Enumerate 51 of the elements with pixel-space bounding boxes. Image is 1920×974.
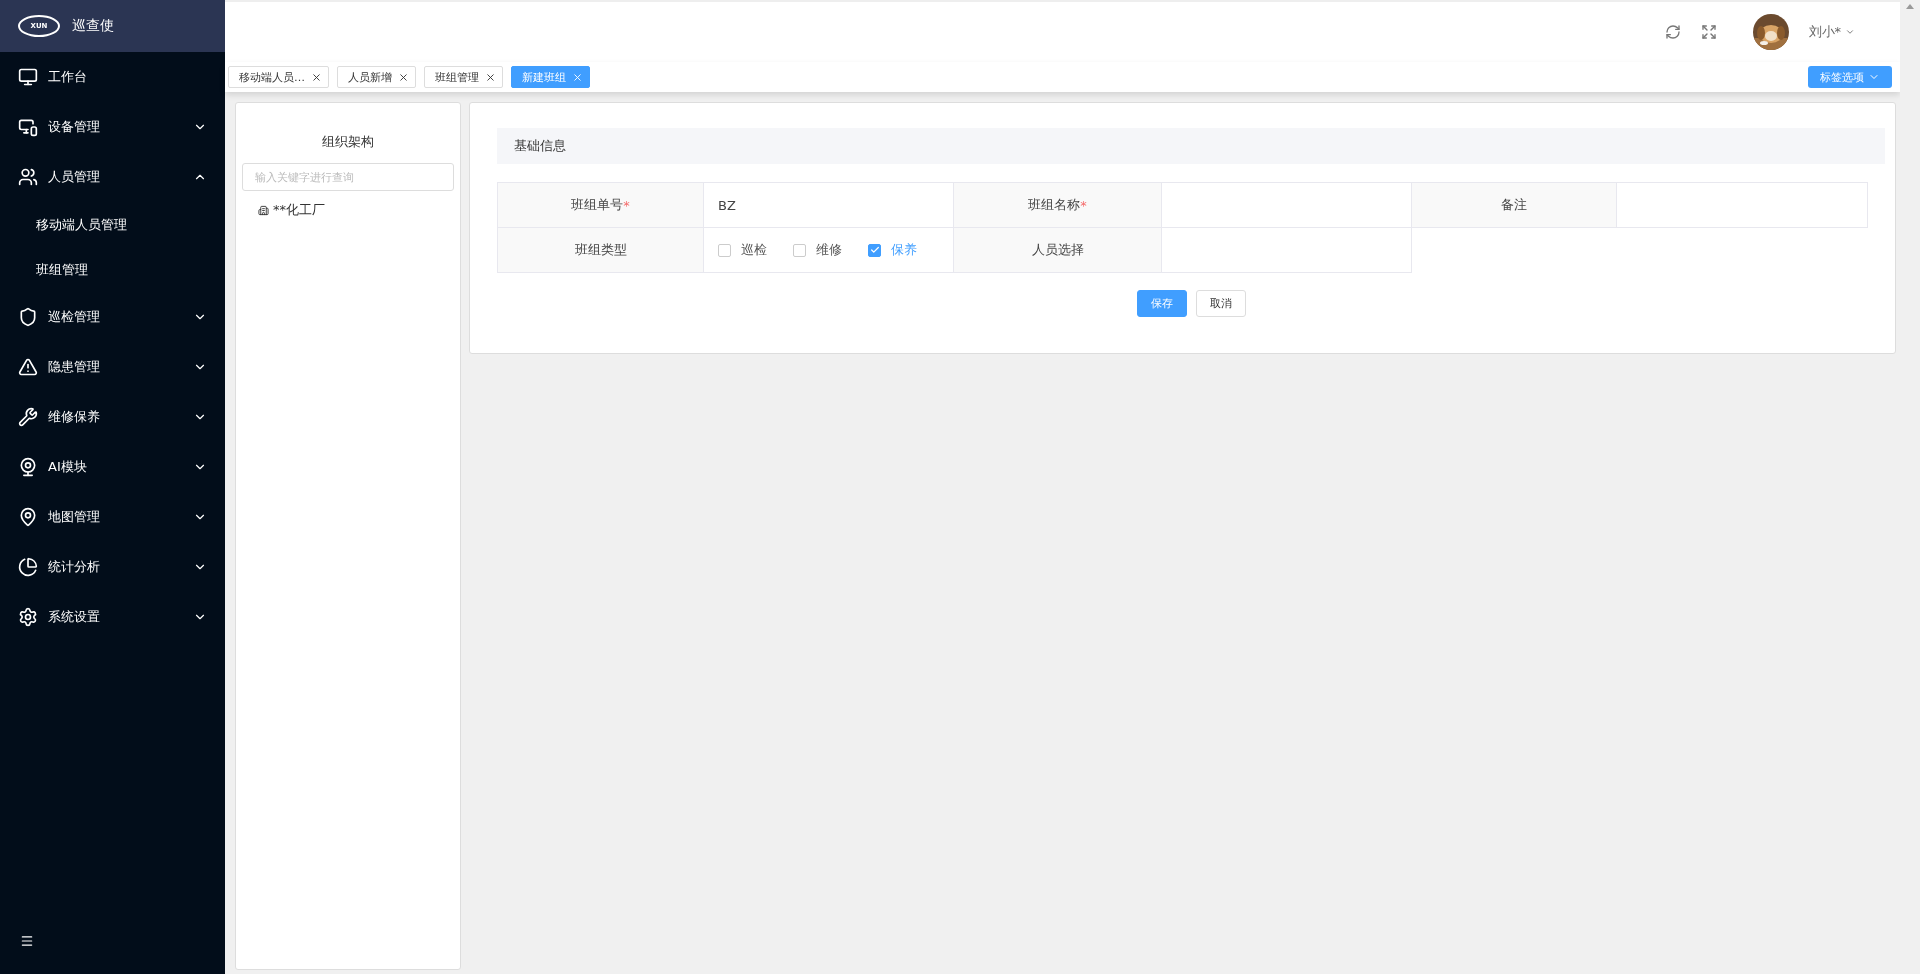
sidebar-item[interactable]: AI模块 bbox=[0, 442, 225, 492]
caret-icon bbox=[1845, 27, 1855, 37]
user-menu[interactable]: 刘小* bbox=[1808, 23, 1855, 41]
sidebar-item[interactable]: 统计分析 bbox=[0, 542, 225, 592]
sidebar-subitem[interactable]: 班组管理 bbox=[0, 247, 225, 292]
tab[interactable]: 移动端人员… bbox=[228, 66, 329, 88]
tree-node-label: **化工厂 bbox=[273, 201, 325, 219]
checkbox[interactable] bbox=[868, 243, 881, 257]
refresh-icon[interactable] bbox=[1664, 24, 1681, 40]
tab[interactable]: 班组管理 bbox=[424, 66, 503, 88]
sidebar-item[interactable]: 设备管理 bbox=[0, 102, 225, 152]
users-icon bbox=[18, 167, 38, 187]
sidebar-subitem[interactable]: 移动端人员管理 bbox=[0, 202, 225, 247]
close-icon[interactable] bbox=[485, 71, 496, 83]
tree-node[interactable]: **化工厂 bbox=[242, 191, 454, 219]
wrench-icon bbox=[18, 407, 38, 427]
map-pin-icon bbox=[18, 507, 38, 527]
checkbox-option[interactable]: 巡检 bbox=[718, 241, 767, 259]
section-title: 基础信息 bbox=[497, 128, 1885, 164]
sidebar-item[interactable]: 工作台 bbox=[0, 52, 225, 102]
checkbox-option[interactable]: 维修 bbox=[793, 241, 842, 259]
settings-icon bbox=[18, 607, 38, 627]
building-icon bbox=[258, 204, 269, 216]
shield-icon bbox=[18, 307, 38, 327]
fullscreen-icon[interactable] bbox=[1700, 24, 1717, 40]
close-icon[interactable] bbox=[311, 71, 322, 83]
field-label: 班组名称* bbox=[953, 182, 1162, 228]
sidebar-item[interactable]: 系统设置 bbox=[0, 592, 225, 642]
sidebar-item[interactable]: 维修保养 bbox=[0, 392, 225, 442]
sidebar-item[interactable]: 巡检管理 bbox=[0, 292, 225, 342]
panel-title: 组织架构 bbox=[321, 133, 375, 151]
devices-icon bbox=[18, 117, 38, 137]
sidebar-item[interactable]: 地图管理 bbox=[0, 492, 225, 542]
checkbox[interactable] bbox=[793, 243, 806, 257]
field-label: 人员选择 bbox=[953, 227, 1162, 273]
sidebar-item[interactable]: 隐患管理 bbox=[0, 342, 225, 392]
search-field[interactable]: 输入关键字进行查询 bbox=[242, 163, 454, 191]
tab[interactable]: 人员新增 bbox=[337, 66, 416, 88]
cancel-button[interactable]: 取消 bbox=[1195, 290, 1246, 317]
monitor-icon bbox=[18, 67, 38, 87]
sidebar-item[interactable]: 人员管理 bbox=[0, 152, 225, 202]
warning-icon bbox=[18, 357, 38, 377]
checkbox[interactable] bbox=[718, 243, 731, 257]
close-icon[interactable] bbox=[398, 71, 409, 83]
menu-icon[interactable] bbox=[20, 934, 34, 948]
brand-name: 巡查使 bbox=[72, 17, 114, 35]
field-label: 班组单号* bbox=[497, 182, 704, 228]
field-label: 班组类型 bbox=[497, 227, 704, 273]
field-label: 备注 bbox=[1411, 182, 1617, 228]
webcam-icon bbox=[18, 457, 38, 477]
pie-chart-icon bbox=[18, 557, 38, 577]
